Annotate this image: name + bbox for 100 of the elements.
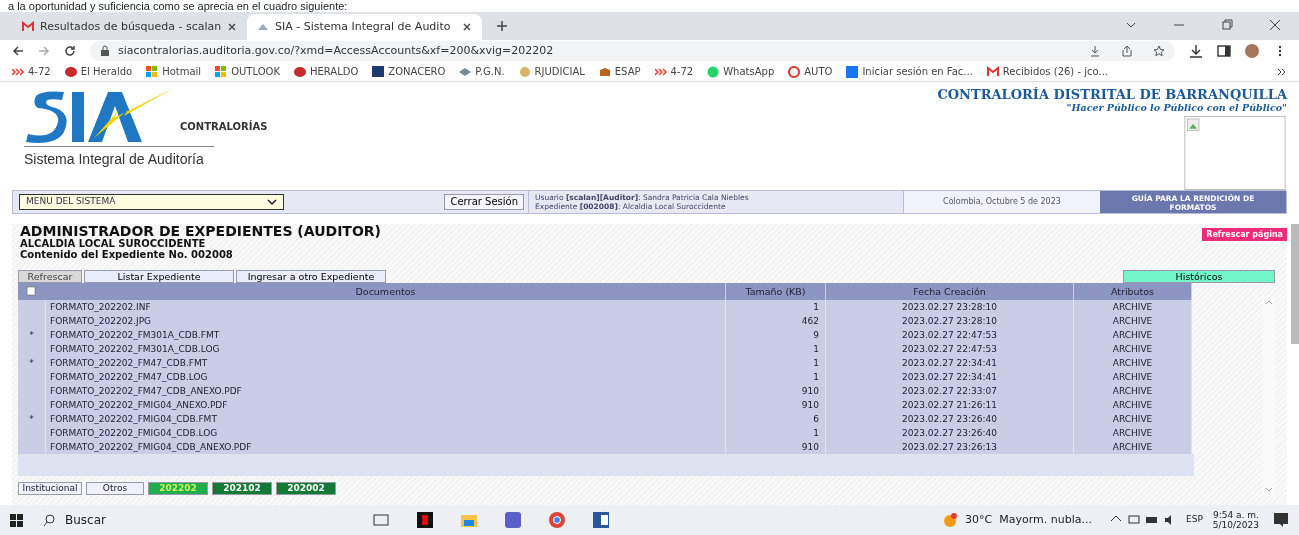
- logo-wordmark: CONTRALORÍAS: [180, 119, 268, 134]
- table-cell: 910: [726, 384, 826, 398]
- bookmark[interactable]: WhatsApp: [707, 64, 775, 79]
- bookmark[interactable]: 4-72: [12, 64, 51, 79]
- column-header[interactable]: Tamaño (KB): [726, 283, 826, 300]
- bookmark[interactable]: ESAP: [598, 64, 641, 79]
- browser-tab[interactable]: Resultados de búsqueda - scalan: [12, 14, 247, 40]
- folder-icon[interactable]: [461, 512, 477, 528]
- bookmark[interactable]: AUTO: [788, 64, 833, 79]
- page-scrollbar[interactable]: [1291, 224, 1299, 344]
- logo-subtitle: Sistema Integral de Auditoría: [24, 146, 214, 170]
- table-cell: FORMATO_202202_FMIG04_ANEXO.PDF: [46, 398, 726, 412]
- notifications-icon[interactable]: [1273, 512, 1289, 528]
- logout-button[interactable]: Cerrar Sesión: [444, 194, 524, 210]
- action-tab[interactable]: Ingresar a otro Expediente: [236, 270, 386, 283]
- clock-time[interactable]: 9:54 a. m.: [1212, 510, 1259, 520]
- column-header[interactable]: Fecha Creación: [826, 283, 1074, 300]
- battery-icon[interactable]: [1146, 514, 1158, 526]
- column-header[interactable]: Atributos: [1074, 283, 1192, 300]
- table-cell: FORMATO_202202_FMIG04_CDB_ANEXO.PDF: [46, 440, 726, 454]
- refresh-page-button[interactable]: Refrescar página: [1202, 228, 1287, 241]
- bookmark[interactable]: P.G.N.: [459, 64, 505, 79]
- select-all-icon[interactable]: [18, 283, 46, 300]
- close-icon[interactable]: [227, 22, 237, 32]
- word-icon[interactable]: [593, 512, 609, 528]
- circle-logo-icon: [64, 65, 77, 78]
- column-header[interactable]: Documentos: [46, 283, 726, 300]
- table-cell: 2023.02.27 23:26:40: [826, 426, 1074, 440]
- action-tab[interactable]: Refrescar: [18, 270, 82, 283]
- table-cell: 2023.02.27 22:34:41: [826, 356, 1074, 370]
- bookmark[interactable]: 4-72: [654, 64, 694, 79]
- tab[interactable]: 202002: [276, 482, 336, 495]
- table-cell: ARCHIVE: [1074, 328, 1192, 342]
- row-marker-cell: *: [18, 412, 46, 426]
- windows-icon[interactable]: [10, 513, 23, 527]
- close-icon[interactable]: [1269, 19, 1281, 31]
- search-box[interactable]: Buscar: [43, 511, 373, 529]
- table-cell: 1: [726, 356, 826, 370]
- page-title: ADMINISTRADOR DE EXPEDIENTES (AUDITOR): [20, 224, 381, 238]
- row-marker-cell: [18, 300, 46, 314]
- table-cell: 2023.02.27 23:26:40: [826, 412, 1074, 426]
- table-cell: ARCHIVE: [1074, 314, 1192, 328]
- avatar-icon[interactable]: [1245, 44, 1259, 58]
- share-icon[interactable]: [1121, 45, 1133, 57]
- table-cell: 1: [726, 342, 826, 356]
- task-view-icon[interactable]: [373, 512, 389, 528]
- bookmark[interactable]: ZONACERO: [372, 64, 446, 79]
- action-tab[interactable]: Listar Expediente: [84, 270, 234, 283]
- bookmark[interactable]: Recibidos (26) - jco...: [986, 64, 1108, 79]
- arrows-icon: [12, 65, 24, 78]
- menu-dropdown[interactable]: MENU DEL SISTEMA: [19, 194, 284, 210]
- table-cell: 6: [726, 412, 826, 426]
- table-cell: 9: [726, 328, 826, 342]
- bookmark[interactable]: OUTLOOK: [215, 64, 280, 79]
- table-cell: 1: [726, 300, 826, 314]
- clock-date[interactable]: 5/10/2023: [1212, 520, 1259, 530]
- language-indicator[interactable]: ESP: [1186, 513, 1203, 527]
- table-cell: ARCHIVE: [1074, 426, 1192, 440]
- row-marker-cell: *: [18, 356, 46, 370]
- new-tab-icon[interactable]: [496, 20, 508, 32]
- table-cell: FORMATO_202202.INF: [46, 300, 726, 314]
- table-cell: FORMATO_202202_FM47_CDB_ANEXO.PDF: [46, 384, 726, 398]
- bookmark[interactable]: El Heraldo: [64, 64, 133, 79]
- back-icon[interactable]: [12, 45, 24, 57]
- table-cell: 2023.02.27 23:26:13: [826, 440, 1074, 454]
- ring-icon: [788, 65, 801, 78]
- browser-icon[interactable]: [549, 512, 565, 528]
- more-bookmarks-icon[interactable]: [1277, 66, 1287, 77]
- tab[interactable]: 202102: [212, 482, 272, 495]
- side-panel-icon[interactable]: [1217, 44, 1231, 58]
- network-icon[interactable]: [1128, 514, 1140, 526]
- close-icon[interactable]: [462, 22, 472, 32]
- app-icon[interactable]: [417, 512, 433, 528]
- history-tab[interactable]: Históricos: [1123, 270, 1275, 283]
- weather-text[interactable]: 30°C Mayorm. nubla...: [965, 511, 1092, 529]
- table-cell: ARCHIVE: [1074, 440, 1192, 454]
- bookmark[interactable]: RJUDICIAL: [518, 64, 585, 79]
- bookmark[interactable]: Iniciar sesión en Fac...: [846, 64, 973, 79]
- browser-tab[interactable]: SIA - Sistema Integral de Audito: [247, 14, 482, 40]
- mail-icon: [986, 65, 999, 78]
- tab[interactable]: Institucional: [18, 482, 82, 495]
- square-icon: [846, 65, 859, 78]
- install-icon[interactable]: [1089, 45, 1101, 57]
- table-cell: FORMATO_202202_FM47_CDB.LOG: [46, 370, 726, 384]
- scrollbar[interactable]: [1263, 296, 1275, 496]
- office-name: ALCALDIA LOCAL SUROCCIDENTE: [19, 238, 207, 249]
- table-cell: 2023.02.27 22:34:41: [826, 370, 1074, 384]
- reload-icon[interactable]: [64, 45, 76, 57]
- download-icon[interactable]: [1189, 44, 1203, 58]
- star-icon[interactable]: [1153, 45, 1165, 57]
- bookmark[interactable]: Hotmail: [146, 64, 202, 79]
- table-cell: FORMATO_202202_FMIG04_CDB.FMT: [46, 412, 726, 426]
- table-cell: 2023.02.27 23:28:10: [826, 300, 1074, 314]
- table-cell: FORMATO_202202_FM301A_CDB.LOG: [46, 342, 726, 356]
- windows-icon: [215, 65, 228, 78]
- address-bar[interactable]: siacontralorias.auditoria.gov.co/?xmd=AccessAccounts&xf=200&xvig=202202: [90, 41, 1175, 61]
- restore-icon[interactable]: [1221, 19, 1233, 31]
- bookmark[interactable]: HERALDO: [293, 64, 359, 79]
- table-cell: 2023.02.27 22:47:53: [826, 328, 1074, 342]
- tab[interactable]: Otros: [86, 482, 144, 495]
